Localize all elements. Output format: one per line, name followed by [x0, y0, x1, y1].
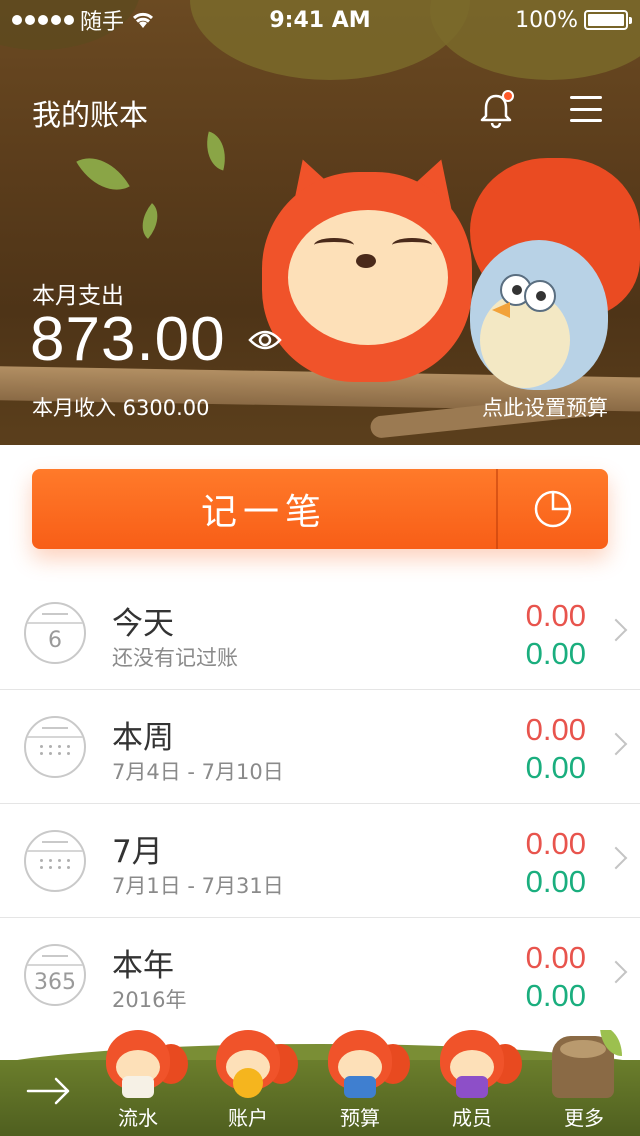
eye-icon[interactable] — [248, 326, 282, 354]
chevron-right-icon — [604, 846, 628, 870]
period-title: 7月 — [112, 834, 163, 870]
leaf — [132, 203, 168, 239]
period-list: 6 今天 还没有记过账 0.00 0.00 本周 7月4日 - 7月10日 0.… — [0, 576, 640, 1032]
fox-eye — [314, 238, 354, 252]
fox-face — [288, 210, 448, 345]
fox-nose — [356, 254, 376, 268]
chevron-right-icon — [604, 618, 628, 642]
expense-amount: 0.00 — [525, 826, 586, 861]
wifi-icon — [132, 12, 154, 28]
list-item-month[interactable]: 7月 7月1日 - 7月31日 0.00 0.00 — [0, 804, 640, 918]
record-bar: 记一笔 — [32, 469, 608, 549]
set-budget-link[interactable]: 点此设置预算 — [482, 392, 608, 422]
nav-label: 账户 — [228, 1106, 268, 1130]
bottom-nav: 流水 账户 预算 成员 更多 — [0, 1030, 640, 1136]
period-title: 本年 — [112, 948, 174, 984]
notification-button[interactable] — [474, 88, 518, 132]
battery-icon — [584, 10, 632, 30]
pie-chart-icon — [534, 490, 572, 528]
nav-item-transactions[interactable]: 流水 — [88, 1030, 188, 1136]
period-subtitle: 7月4日 - 7月10日 — [112, 760, 284, 784]
battery-info: 100% — [515, 7, 632, 33]
period-subtitle: 2016年 — [112, 988, 187, 1012]
nav-label: 成员 — [452, 1106, 492, 1130]
book-title[interactable]: 我的账本 — [32, 92, 148, 134]
income-amount: 0.00 — [525, 978, 586, 1013]
wallet-icon — [344, 1076, 376, 1098]
purse-icon — [456, 1076, 488, 1098]
header-illustration — [0, 0, 640, 445]
chart-button[interactable] — [498, 469, 608, 549]
leaf — [200, 131, 232, 171]
monthly-income: 本月收入 6300.00 — [32, 396, 210, 420]
income-amount: 0.00 — [525, 750, 586, 785]
record-button[interactable]: 记一笔 — [32, 469, 496, 549]
chevron-right-icon — [604, 960, 628, 984]
coin-icon — [233, 1068, 263, 1098]
leaf — [76, 144, 130, 204]
menu-icon — [570, 107, 602, 111]
status-bar: 随手 9:41 AM 100% — [0, 0, 640, 40]
list-item-today[interactable]: 6 今天 还没有记过账 0.00 0.00 — [0, 576, 640, 690]
carrier-info: 随手 — [12, 4, 156, 36]
nav-label: 流水 — [118, 1106, 158, 1130]
chevron-right-icon — [604, 732, 628, 756]
calendar-icon: 6 — [24, 602, 86, 664]
period-subtitle: 还没有记过账 — [112, 646, 238, 670]
pillow-icon — [122, 1076, 154, 1098]
menu-icon — [570, 119, 602, 122]
list-item-year[interactable]: 365 本年 2016年 0.00 0.00 — [0, 918, 640, 1032]
fox-eye — [392, 238, 432, 252]
bird-eye — [524, 280, 556, 312]
list-item-week[interactable]: 本周 7月4日 - 7月10日 0.00 0.00 — [0, 690, 640, 804]
battery-percent: 100% — [515, 7, 578, 33]
nav-label: 预算 — [340, 1106, 380, 1130]
expense-amount: 0.00 — [525, 940, 586, 975]
signal-icon — [12, 15, 74, 25]
income-amount: 0.00 — [525, 864, 586, 899]
nav-item-members[interactable]: 成员 — [422, 1030, 522, 1136]
calendar-day: 6 — [48, 628, 62, 653]
nav-item-more[interactable]: 更多 — [534, 1030, 634, 1136]
menu-button[interactable] — [566, 92, 606, 126]
arrow-right-icon[interactable] — [26, 1076, 72, 1106]
menu-icon — [570, 96, 602, 99]
bird-beak — [492, 302, 510, 318]
notification-badge — [502, 90, 514, 102]
nav-item-budget[interactable]: 预算 — [310, 1030, 410, 1136]
period-title: 本周 — [112, 720, 174, 756]
nav-item-accounts[interactable]: 账户 — [198, 1030, 298, 1136]
income-amount: 0.00 — [525, 636, 586, 671]
monthly-spend-amount: 873.00 — [30, 305, 226, 374]
period-subtitle: 7月1日 - 7月31日 — [112, 874, 284, 898]
nav-label: 更多 — [564, 1106, 604, 1130]
period-title: 今天 — [112, 606, 174, 642]
calendar-icon — [24, 716, 86, 778]
calendar-icon: 365 — [24, 944, 86, 1006]
expense-amount: 0.00 — [525, 598, 586, 633]
calendar-day: 365 — [34, 970, 76, 995]
expense-amount: 0.00 — [525, 712, 586, 747]
carrier-name: 随手 — [80, 10, 125, 35]
calendar-icon — [24, 830, 86, 892]
